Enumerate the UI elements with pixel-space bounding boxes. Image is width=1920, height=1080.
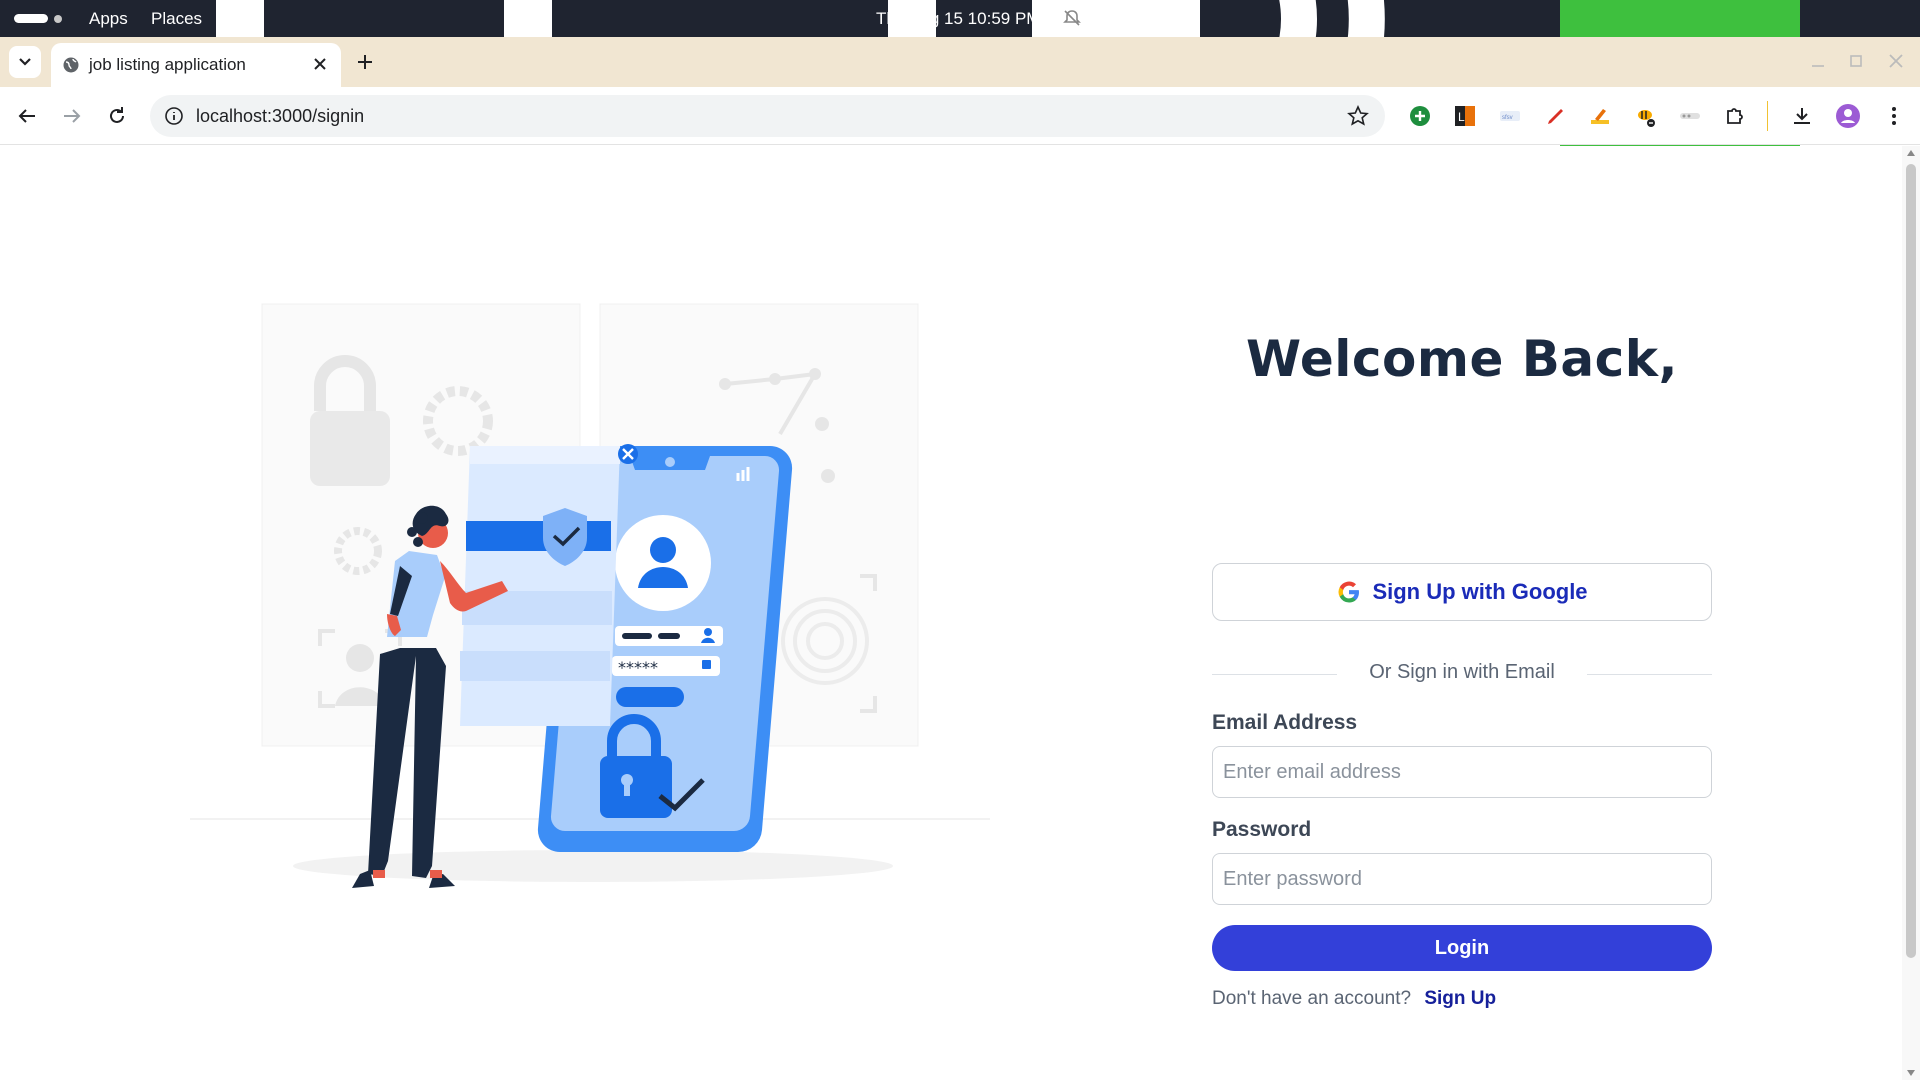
url-text[interactable]: localhost:3000/signin bbox=[196, 106, 364, 127]
google-icon bbox=[1339, 581, 1360, 603]
window-close-icon[interactable] bbox=[1886, 51, 1906, 71]
apps-menu[interactable]: Apps bbox=[89, 9, 128, 29]
tab-title: job listing application bbox=[89, 55, 246, 74]
back-icon[interactable] bbox=[15, 104, 39, 128]
reload-icon[interactable] bbox=[105, 104, 129, 128]
minimize-icon[interactable] bbox=[1808, 51, 1828, 71]
page-title: Welcome Back, bbox=[1245, 330, 1679, 388]
workspace-indicator-active bbox=[14, 14, 48, 23]
password-field[interactable] bbox=[1212, 853, 1712, 905]
activities-button[interactable] bbox=[14, 14, 62, 23]
signup-link[interactable]: Sign Up bbox=[1424, 988, 1496, 1009]
menu-icon[interactable] bbox=[1882, 104, 1906, 128]
browser-toolbar: localhost:3000/signin L sfsv bbox=[0, 87, 1920, 145]
notifications-muted-icon[interactable] bbox=[1062, 8, 1082, 28]
add-icon[interactable] bbox=[1408, 104, 1432, 128]
globe-icon bbox=[63, 57, 79, 73]
profile-avatar[interactable] bbox=[1835, 103, 1861, 129]
tab-search-button[interactable] bbox=[9, 46, 41, 78]
page-scrollbar[interactable] bbox=[1902, 146, 1920, 1080]
download-icon[interactable] bbox=[1790, 104, 1814, 128]
svg-text:L: L bbox=[1458, 110, 1465, 124]
close-icon[interactable] bbox=[311, 55, 329, 73]
email-label: Email Address bbox=[1212, 711, 1358, 734]
scroll-thumb[interactable] bbox=[1906, 164, 1916, 958]
bookmark-star-icon[interactable] bbox=[1347, 105, 1369, 127]
page-content: ***** Welcome Back, Sign Up with Google … bbox=[0, 146, 1902, 1080]
chevron-down-icon bbox=[19, 58, 31, 66]
maximize-icon[interactable] bbox=[1846, 51, 1866, 71]
highlighter-extension-icon[interactable] bbox=[1588, 104, 1612, 128]
google-signup-button[interactable]: Sign Up with Google bbox=[1212, 563, 1712, 621]
or-divider: Or Sign in with Email bbox=[1212, 659, 1712, 689]
pen-extension-icon[interactable] bbox=[1543, 104, 1567, 128]
no-account-text: Don't have an account? bbox=[1212, 988, 1412, 1009]
sfsv-extension-icon[interactable]: sfsv bbox=[1498, 104, 1522, 128]
gray-extension-icon[interactable] bbox=[1678, 104, 1702, 128]
site-info-icon[interactable] bbox=[164, 106, 184, 126]
bee-extension-icon[interactable] bbox=[1633, 104, 1657, 128]
login-security-illustration: ***** bbox=[190, 303, 990, 888]
svg-text:sfsv: sfsv bbox=[1502, 115, 1513, 121]
system-top-bar: Apps Places Thu Aug 15 10:59 PM bbox=[0, 0, 1920, 222]
email-field[interactable] bbox=[1212, 746, 1712, 798]
login-button[interactable]: Login bbox=[1212, 925, 1712, 971]
new-tab-icon[interactable] bbox=[354, 51, 376, 73]
clock[interactable]: Thu Aug 15 10:59 PM bbox=[876, 9, 1040, 29]
divider-line-right bbox=[1587, 674, 1712, 675]
tab-strip: job listing application bbox=[0, 37, 1920, 87]
svg-text:*****: ***** bbox=[618, 658, 658, 677]
toolbar-divider bbox=[1767, 101, 1768, 131]
signup-prompt: Don't have an account? Sign Up bbox=[1212, 988, 1496, 1010]
scroll-up-arrow-icon[interactable] bbox=[1907, 150, 1915, 156]
tab-active[interactable]: job listing application bbox=[51, 43, 341, 87]
forward-icon[interactable] bbox=[60, 104, 84, 128]
google-button-label: Sign Up with Google bbox=[1372, 579, 1588, 604]
lh-extension-icon[interactable]: L bbox=[1453, 104, 1477, 128]
scroll-down-arrow-icon[interactable] bbox=[1907, 1070, 1915, 1076]
divider-text: Or Sign in with Email bbox=[1369, 661, 1555, 683]
password-label: Password bbox=[1212, 818, 1312, 841]
address-bar[interactable]: localhost:3000/signin bbox=[150, 95, 1385, 137]
workspace-indicator bbox=[54, 14, 62, 23]
puzzle-icon[interactable] bbox=[1723, 104, 1747, 128]
places-menu[interactable]: Places bbox=[151, 9, 202, 29]
